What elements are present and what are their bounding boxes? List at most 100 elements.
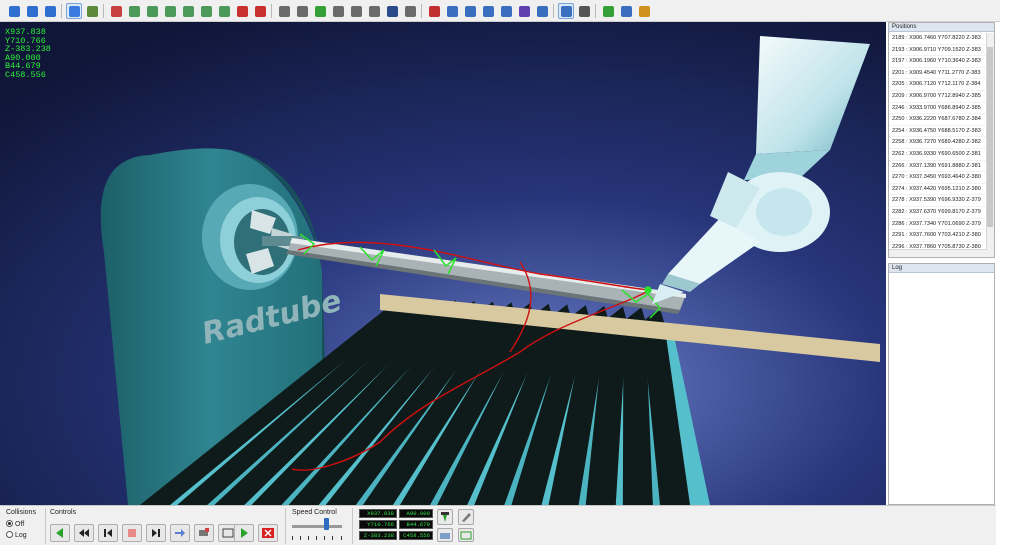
speed-control-label: Speed Control: [292, 509, 337, 516]
simulation-viewport[interactable]: Radtube X937.838 Y710.766 Z-383.238 A90.…: [0, 22, 886, 505]
fast-back-icon: [79, 529, 89, 537]
rotate-button[interactable]: [84, 3, 100, 19]
grid-button[interactable]: [618, 3, 634, 19]
position-row[interactable]: 2197 : X906.1960 Y710.3640 Z-383: [889, 56, 987, 68]
position-row[interactable]: 2286 : X937.7340 Y701.0690 Z-379: [889, 219, 987, 231]
position-row[interactable]: 2209 : X906.9700 Y712.8940 Z-385: [889, 91, 987, 103]
dro-z: Z-383.238: [359, 531, 397, 540]
robot-user-icon: [501, 6, 512, 17]
toolpath-icon: [199, 528, 209, 536]
view-iso-button[interactable]: [216, 3, 232, 19]
position-row[interactable]: 2278 : X937.5390 Y696.9330 Z-379: [889, 195, 987, 207]
zoom-box-button[interactable]: [252, 3, 268, 19]
shield-button[interactable]: [384, 3, 400, 19]
screen-icon: [460, 531, 472, 540]
select-button[interactable]: [66, 3, 82, 19]
cylinder-wire-button[interactable]: [366, 3, 382, 19]
view-left-icon: [165, 6, 176, 17]
speed-slider-track[interactable]: [292, 525, 342, 528]
play-icon: [241, 528, 248, 538]
coordinate-readout: X937.838 Y710.766 Z-383.238 A90.000 B44.679 C…: [5, 28, 51, 80]
step-forward-button[interactable]: [146, 524, 166, 542]
chip-button[interactable]: [402, 3, 418, 19]
view-back-button[interactable]: [144, 3, 160, 19]
cylinder-button[interactable]: [348, 3, 364, 19]
dro-b: B44.679: [399, 520, 433, 529]
radio-dot: [6, 520, 13, 527]
position-row[interactable]: 2282 : X937.6370 Y699.8170 Z-379: [889, 207, 987, 219]
view-iso-icon: [219, 6, 230, 17]
box-button[interactable]: [276, 3, 292, 19]
robot-move-icon: [537, 6, 548, 17]
robot-button[interactable]: [426, 3, 442, 19]
position-row[interactable]: 2193 : X906.9710 Y709.1520 Z-383: [889, 45, 987, 57]
grid-icon: [621, 6, 632, 17]
controls-label: Controls: [50, 509, 77, 516]
layout-split-button[interactable]: [24, 3, 40, 19]
edit-view-button[interactable]: [458, 509, 474, 525]
robot-move-button[interactable]: [534, 3, 550, 19]
collisions-log-radio[interactable]: Log: [6, 531, 27, 539]
axes-button[interactable]: [108, 3, 124, 19]
graph-icon: [603, 6, 614, 17]
go-to-position-button[interactable]: [170, 524, 190, 542]
tool-view-button[interactable]: [437, 509, 453, 525]
box-transparent-button[interactable]: [330, 3, 346, 19]
robot-tool-button[interactable]: [462, 3, 478, 19]
position-row[interactable]: 2270 : X937.3450 Y693.4640 Z-380: [889, 172, 987, 184]
positions-list[interactable]: 2189 : X906.7460 Y707.8220 Z-383 2193 : X…: [889, 33, 987, 257]
position-row[interactable]: 2246 : X933.9700 Y686.8940 Z-385: [889, 103, 987, 115]
dro-c: C458.556: [399, 531, 433, 540]
scene-canvas[interactable]: Radtube: [0, 22, 886, 505]
layout-single-button[interactable]: [6, 3, 22, 19]
play-button[interactable]: [234, 524, 254, 542]
box-transparent-icon: [333, 6, 344, 17]
view-option-button[interactable]: [437, 528, 453, 542]
robot-alt-button[interactable]: [444, 3, 460, 19]
positions-scrollbar[interactable]: [986, 33, 994, 257]
step-back-button[interactable]: [98, 524, 118, 542]
position-row[interactable]: 2274 : X937.4420 Y695.1210 Z-380: [889, 184, 987, 196]
rewind-button[interactable]: [50, 524, 70, 542]
palette-button[interactable]: [636, 3, 652, 19]
positions-scroll-thumb[interactable]: [987, 47, 993, 227]
view-right-button[interactable]: [180, 3, 196, 19]
close-simulation-button[interactable]: [258, 524, 278, 542]
position-row[interactable]: 2254 : X936.4750 Y688.5170 Z-383: [889, 126, 987, 138]
position-row[interactable]: 2258 : X936.7270 Y689.4280 Z-382: [889, 137, 987, 149]
view-left-button[interactable]: [162, 3, 178, 19]
zoom-fit-icon: [237, 6, 248, 17]
robot-target-button[interactable]: [516, 3, 532, 19]
position-row[interactable]: 2201 : X909.4540 Y711.2770 Z-383: [889, 68, 987, 80]
step-back-icon: [56, 528, 63, 538]
box-shaded-button[interactable]: [312, 3, 328, 19]
stop-button[interactable]: [122, 524, 142, 542]
positions-panel: Positions 2189 : X906.7460 Y707.8220 Z-3…: [888, 22, 995, 258]
view-top-button[interactable]: [198, 3, 214, 19]
zoom-fit-button[interactable]: [234, 3, 250, 19]
screen-option-button[interactable]: [458, 528, 474, 542]
position-row[interactable]: 2250 : X936.2220 Y687.6780 Z-384: [889, 114, 987, 126]
probe-button[interactable]: [576, 3, 592, 19]
robot-user-button[interactable]: [498, 3, 514, 19]
position-row[interactable]: 2189 : X906.7460 Y707.8220 Z-383: [889, 33, 987, 45]
toolbar-separator: [553, 4, 554, 18]
fast-back-button[interactable]: [74, 524, 94, 542]
position-row[interactable]: 2262 : X936.9330 Y690.6500 Z-381: [889, 149, 987, 161]
graph-button[interactable]: [600, 3, 616, 19]
view-front-button[interactable]: [126, 3, 142, 19]
measure-button[interactable]: [558, 3, 574, 19]
cylinder-wire-icon: [369, 6, 380, 17]
position-row[interactable]: 2205 : X906.7120 Y712.1170 Z-384: [889, 79, 987, 91]
collisions-off-radio[interactable]: Off: [6, 520, 24, 528]
robot-path-button[interactable]: [480, 3, 496, 19]
divider: [45, 508, 46, 544]
positions-horizontal-scrollbar[interactable]: [889, 249, 987, 257]
speed-slider-thumb[interactable]: [324, 518, 329, 530]
toolpath-button[interactable]: [194, 524, 214, 542]
box-wire-button[interactable]: [294, 3, 310, 19]
position-row[interactable]: 2291 : X937.7600 Y703.4210 Z-380: [889, 230, 987, 242]
layout-quad-button[interactable]: [42, 3, 58, 19]
coord-line: C458.556: [5, 69, 46, 80]
position-row[interactable]: 2266 : X937.1390 Y691.8880 Z-381: [889, 161, 987, 173]
